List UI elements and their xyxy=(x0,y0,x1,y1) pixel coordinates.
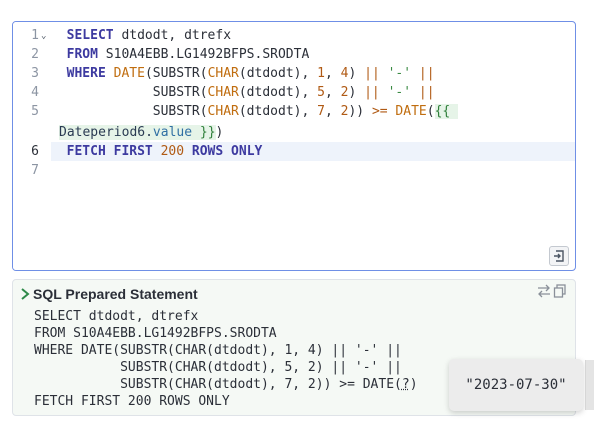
line-number: 5 xyxy=(31,104,39,119)
parameter-value-tooltip: "2023-07-30" xyxy=(449,359,583,411)
code-text: ) xyxy=(215,125,224,140)
number: 7 xyxy=(317,104,325,119)
line-number: 6 xyxy=(31,144,39,159)
prepared-text: ) xyxy=(409,377,418,392)
function: CHAR xyxy=(207,85,239,100)
code-text: SUBSTR( xyxy=(152,104,208,119)
function: DATE xyxy=(395,104,427,119)
code-text: , xyxy=(324,104,341,119)
template-open-brace: {{ xyxy=(434,104,451,119)
code-line[interactable]: SUBSTR(CHAR(dtdodt), 7, 2)) >= DATE({{ xyxy=(51,102,575,121)
keyword: ROWS xyxy=(191,144,224,159)
chevron-right-icon[interactable] xyxy=(19,287,31,301)
template-close-brace: }} xyxy=(199,125,216,140)
code-line[interactable]: WHERE DATE(SUBSTR(CHAR(dtdodt), 1, 4) ||… xyxy=(51,64,575,83)
operator: || xyxy=(364,85,380,100)
sql-editor[interactable]: 1 ⌄ 2 3 4 5 6 7 SELECT dtdodt, dtrefx FR… xyxy=(12,21,576,271)
code-line[interactable]: SELECT dtdodt, dtrefx xyxy=(51,26,575,45)
template-space xyxy=(192,125,200,140)
tooltip-edge xyxy=(585,360,594,410)
prepared-line: SELECT dtdodt, dtrefx xyxy=(34,309,199,324)
format-query-button[interactable] xyxy=(549,246,569,266)
code-text: , xyxy=(324,66,341,81)
keyword: FIRST xyxy=(113,144,153,159)
line-number: 7 xyxy=(31,163,39,178)
code-text: )) xyxy=(348,104,372,119)
operator: || xyxy=(418,66,435,81)
code-line[interactable] xyxy=(51,161,575,180)
keyword: FROM xyxy=(66,47,98,62)
code-text: (SUBSTR( xyxy=(144,66,208,81)
number: 200 xyxy=(160,144,185,159)
code-text: ) xyxy=(348,85,365,100)
code-line[interactable]: SUBSTR(CHAR(dtdodt), 5, 2) || '-' || xyxy=(51,83,575,102)
string: '-' xyxy=(387,85,412,100)
fold-chevron-icon[interactable]: ⌄ xyxy=(41,27,46,46)
keyword: SELECT xyxy=(66,28,114,43)
format-icon xyxy=(554,250,564,262)
code-text: , xyxy=(324,85,341,100)
operator: || xyxy=(418,85,435,100)
string: '-' xyxy=(387,66,412,81)
line-number: 1 xyxy=(31,28,39,43)
prepared-statement-title: SQL Prepared Statement xyxy=(33,286,198,302)
prepared-line: WHERE DATE(SUBSTR(CHAR(dtdodt), 1, 4) ||… xyxy=(34,343,402,358)
line-number: 4 xyxy=(31,85,39,100)
swap-icon[interactable] xyxy=(537,283,551,299)
line-number-gutter: 1 ⌄ 2 3 4 5 6 7 xyxy=(13,22,51,270)
copy-icon[interactable] xyxy=(553,283,567,299)
operator: || xyxy=(364,66,380,81)
prepared-line: FROM S10A4EBB.LG1492BFPS.SRODTA xyxy=(34,326,277,341)
function: CHAR xyxy=(207,104,239,119)
code-line-active[interactable]: FETCH FIRST 200 ROWS ONLY xyxy=(51,142,575,161)
line-number: 2 xyxy=(31,47,39,62)
code-text: ( xyxy=(426,104,435,119)
template-variable: Dateperiod6 xyxy=(59,125,146,140)
number: 1 xyxy=(317,66,325,81)
code-text: (dtdodt), xyxy=(238,104,318,119)
code-text: SUBSTR( xyxy=(152,85,208,100)
line-number: 3 xyxy=(31,66,39,81)
template-dot: . xyxy=(145,125,153,140)
operator: >= xyxy=(371,104,388,119)
parameter-marker[interactable]: ? xyxy=(402,377,410,392)
keyword: ONLY xyxy=(231,144,263,159)
tooltip-value: "2023-07-30" xyxy=(465,377,567,393)
keyword: WHERE xyxy=(66,66,106,81)
template-property: value xyxy=(152,125,193,140)
prepared-text: SUBSTR(CHAR(dtdodt), 7, 2)) >= DATE( xyxy=(34,377,402,392)
prepared-statement-header[interactable]: SQL Prepared Statement xyxy=(13,280,575,308)
template-highlight xyxy=(450,104,459,119)
code-line[interactable]: FROM S10A4EBB.LG1492BFPS.SRODTA xyxy=(51,45,575,64)
code-text: S10A4EBB.LG1492BFPS.SRODTA xyxy=(97,47,310,62)
function: CHAR xyxy=(207,66,239,81)
code-text: dtdodt, dtrefx xyxy=(113,28,232,43)
function: DATE xyxy=(113,66,145,81)
code-text: (dtdodt), xyxy=(238,66,318,81)
number: 5 xyxy=(317,85,325,100)
code-text: ) xyxy=(348,66,365,81)
code-line-wrapped[interactable]: Dateperiod6.value }}) xyxy=(59,123,575,142)
code-text: (dtdodt), xyxy=(238,85,318,100)
keyword: FETCH xyxy=(66,144,106,159)
